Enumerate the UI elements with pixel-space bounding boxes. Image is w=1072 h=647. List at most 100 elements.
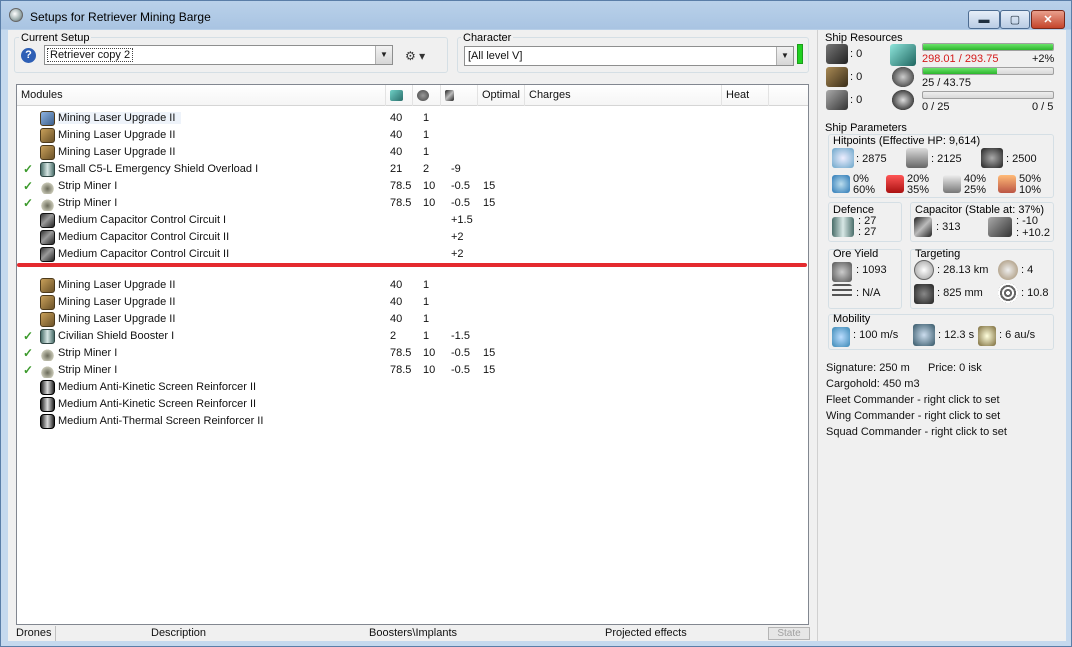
calibration-value: 0 / 25 — [922, 101, 950, 113]
col-charges[interactable]: Charges — [525, 85, 722, 106]
module-powergrid: 78.5 — [390, 364, 412, 376]
mining-laser-upgrade-icon — [40, 312, 55, 327]
active-check-icon[interactable]: ✓ — [23, 196, 33, 210]
tab-boosters-implants[interactable]: Boosters\Implants — [369, 626, 457, 641]
active-check-icon[interactable]: ✓ — [23, 162, 33, 176]
squad-commander[interactable]: Squad Commander - right click to set — [826, 426, 1007, 438]
cpu-bar — [922, 43, 1054, 51]
active-check-icon[interactable]: ✓ — [23, 346, 33, 360]
rig-slots-value: 0 / 5 — [1032, 101, 1054, 113]
tab-drones[interactable]: Drones — [16, 626, 51, 641]
module-name: Mining Laser Upgrade II — [58, 146, 176, 158]
module-name: Small C5-L Emergency Shield Overload I — [58, 163, 259, 175]
module-row[interactable]: Mining Laser Upgrade II 40 1 — [17, 294, 808, 311]
cpu-percent: +2% — [1032, 53, 1055, 65]
module-powergrid: 78.5 — [390, 180, 412, 192]
velocity-icon — [832, 327, 850, 347]
fleet-commander[interactable]: Fleet Commander - right click to set — [826, 394, 1000, 406]
state-button[interactable]: State — [768, 627, 810, 640]
module-row[interactable]: Medium Capacitor Control Circuit II +2 — [17, 229, 808, 246]
col-optimal[interactable]: Optimal — [478, 85, 525, 106]
col-capacitor-icon[interactable] — [441, 85, 478, 106]
col-modules[interactable]: Modules — [17, 85, 386, 106]
module-row[interactable]: Medium Capacitor Control Circuit I +1.5 — [17, 212, 808, 229]
module-cpu: 1 — [423, 330, 430, 342]
mining-laser-upgrade-icon — [40, 295, 55, 310]
help-icon[interactable]: ? — [21, 48, 36, 63]
strip-miner-icon — [40, 179, 55, 194]
armor-hp-icon — [906, 148, 928, 168]
powergrid-bar — [922, 67, 1054, 75]
max-velocity: : 100 m/s — [853, 329, 899, 341]
warp-speed-icon — [978, 326, 996, 346]
tab-projected-effects[interactable]: Projected effects — [605, 626, 687, 641]
explosive-resist-icon — [998, 175, 1016, 193]
eve-app-icon — [9, 8, 23, 22]
module-row[interactable]: Medium Anti-Kinetic Screen Reinforcer II — [17, 379, 808, 396]
title-bar[interactable]: Setups for Retriever Mining Barge ▬ ▢ ✕ — [1, 1, 1071, 29]
module-row[interactable]: Mining Laser Upgrade II 40 1 — [17, 127, 808, 144]
module-row[interactable]: Medium Anti-Kinetic Screen Reinforcer II — [17, 396, 808, 413]
module-capacitor: +2 — [451, 231, 464, 243]
cpu-icon — [890, 44, 916, 66]
module-cpu: 10 — [423, 180, 436, 192]
module-row[interactable]: Medium Capacitor Control Circuit II +2 — [17, 246, 808, 263]
targeting-range-icon — [914, 260, 934, 280]
module-row[interactable]: ✓ Strip Miner I 78.5 10 -0.5 15 — [17, 362, 808, 379]
chevron-down-icon[interactable]: ▼ — [375, 46, 392, 64]
minimize-button[interactable]: ▬ — [968, 10, 1000, 29]
module-row[interactable]: ✓ Strip Miner I 78.5 10 -0.5 15 — [17, 345, 808, 362]
module-name: Mining Laser Upgrade II — [58, 313, 176, 325]
capacitor-icon — [914, 217, 932, 237]
module-row[interactable]: ✓ Civilian Shield Booster I 2 1 -1.5 — [17, 328, 808, 345]
character-value: [All level V] — [468, 50, 523, 62]
col-cpu-icon[interactable] — [413, 85, 441, 106]
active-check-icon[interactable]: ✓ — [23, 329, 33, 343]
current-setup-select[interactable]: Retriever copy 2 ▼ — [44, 45, 393, 65]
rack-divider — [17, 263, 807, 267]
powergrid-icon — [892, 67, 914, 87]
module-row[interactable]: Mining Laser Upgrade II 40 1 — [17, 311, 808, 328]
wing-commander[interactable]: Wing Commander - right click to set — [826, 410, 1000, 422]
module-cpu: 1 — [423, 313, 430, 325]
setup-tools-dropdown-icon[interactable]: ⚙ ▾ — [405, 49, 425, 63]
character-select[interactable]: [All level V] ▼ — [464, 46, 794, 66]
align-time-icon — [913, 324, 935, 346]
capacitor-circuit-icon — [40, 230, 55, 245]
module-row[interactable]: ✓ Small C5-L Emergency Shield Overload I 2… — [17, 161, 808, 178]
module-powergrid: 21 — [390, 163, 403, 175]
module-row[interactable]: ✓ Strip Miner I 78.5 10 -0.5 15 — [17, 195, 808, 212]
module-name: Medium Capacitor Control Circuit II — [58, 248, 230, 260]
drone-bay-icon — [826, 90, 848, 110]
explosive-resist-b: 10% — [1019, 184, 1042, 196]
module-cpu: 2 — [423, 163, 430, 175]
tab-description[interactable]: Description — [55, 626, 355, 641]
module-capacitor: -0.5 — [451, 347, 470, 359]
current-setup-value: Retriever copy 2 — [46, 48, 134, 62]
col-heat[interactable]: Heat — [722, 85, 769, 106]
module-name: Medium Capacitor Control Circuit II — [58, 231, 230, 243]
gas-yield-icon — [832, 284, 852, 298]
module-row[interactable]: Mining Laser Upgrade II 40 1 — [17, 277, 808, 294]
maximize-button[interactable]: ▢ — [1000, 10, 1030, 29]
modules-grid[interactable]: Modules Optimal Charges Heat Mining Lase… — [16, 84, 809, 625]
chevron-down-icon[interactable]: ▼ — [776, 47, 793, 65]
targeting-range: : 28.13 km — [937, 264, 989, 276]
kinetic-resist-icon — [943, 175, 961, 193]
active-check-icon[interactable]: ✓ — [23, 179, 33, 193]
capacitor-circuit-icon — [40, 247, 55, 262]
col-powergrid-icon[interactable] — [386, 85, 413, 106]
shield-recharge-icon — [832, 217, 854, 237]
active-check-icon[interactable]: ✓ — [23, 363, 33, 377]
module-row[interactable]: ✓ Strip Miner I 78.5 10 -0.5 15 — [17, 178, 808, 195]
close-button[interactable]: ✕ — [1031, 10, 1065, 29]
module-name: Mining Laser Upgrade II — [58, 296, 176, 308]
thermal-resist-b: 35% — [907, 184, 930, 196]
module-row[interactable]: Medium Anti-Thermal Screen Reinforcer II — [17, 413, 808, 430]
ore-yield-label: Ore Yield — [833, 248, 879, 260]
module-row[interactable]: Mining Laser Upgrade II 40 1 — [17, 144, 808, 161]
module-row[interactable]: Mining Laser Upgrade II 40 1 — [17, 110, 808, 127]
module-powergrid: 40 — [390, 279, 403, 291]
ship-info-panel: Ship Resources : 0 : 0 : 0 298.01 / 293.… — [817, 30, 1066, 641]
calibration-icon — [892, 90, 914, 110]
